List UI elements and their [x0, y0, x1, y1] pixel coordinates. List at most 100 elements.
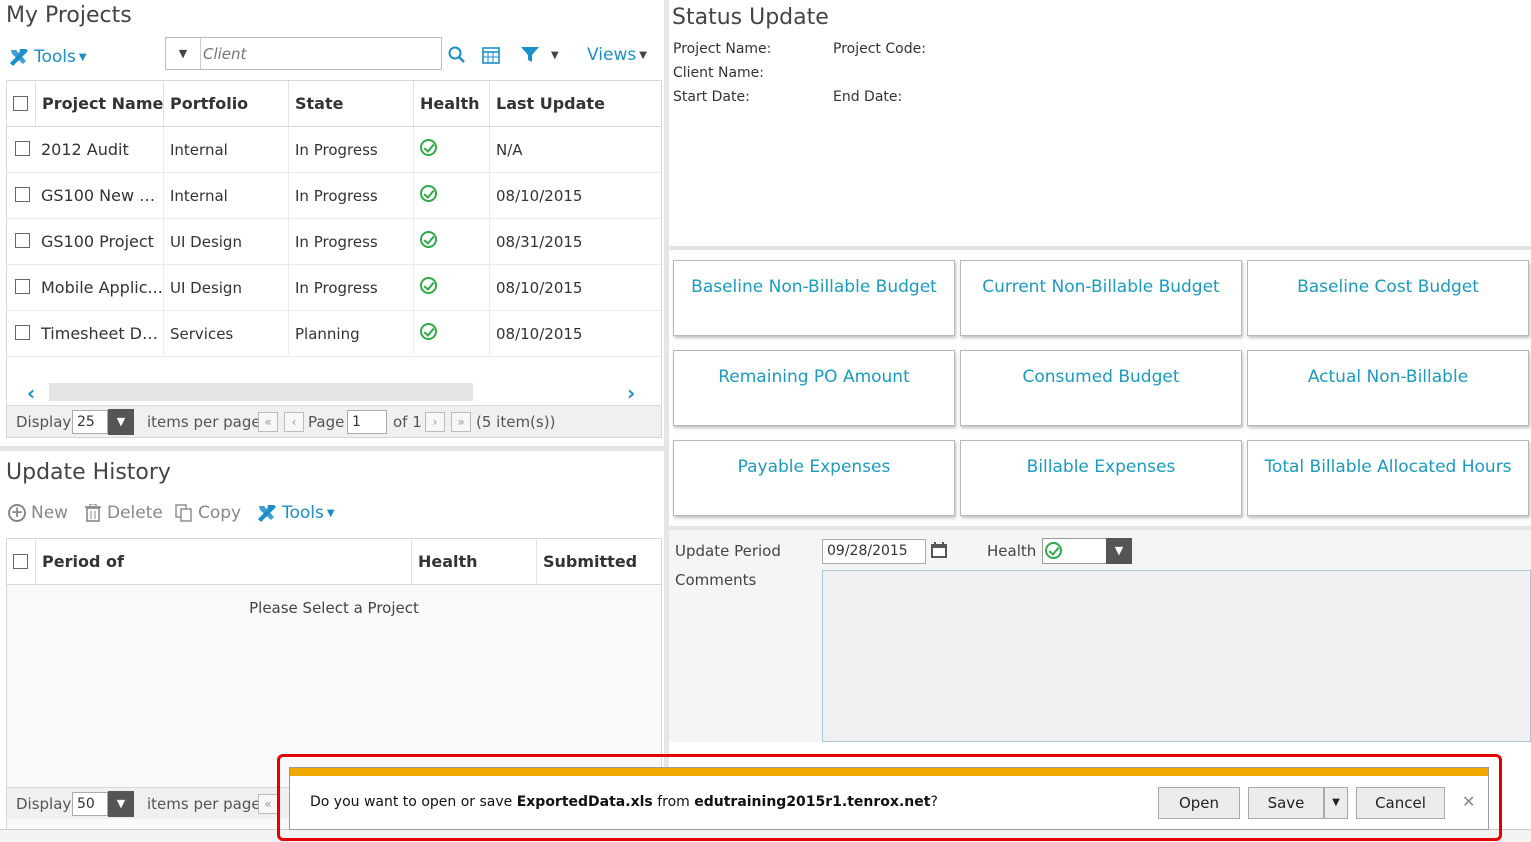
- section-divider: [669, 246, 1531, 250]
- last-page-icon[interactable]: »: [451, 412, 471, 432]
- new-button[interactable]: + New: [8, 503, 68, 523]
- row-checkbox[interactable]: [15, 233, 30, 248]
- end-date-label: End Date:: [833, 89, 903, 105]
- trash-icon: [85, 504, 101, 522]
- projects-grid-header: Project Name Portfolio State Health Last…: [7, 81, 661, 127]
- first-page-icon[interactable]: «: [258, 794, 278, 814]
- health-ok-icon: [420, 139, 437, 156]
- portfolio-cell: Services: [163, 311, 288, 357]
- health-dropdown-icon[interactable]: ▼: [1106, 538, 1132, 564]
- project-name-link[interactable]: 2012 Audit: [35, 127, 163, 173]
- last-update-cell: 08/31/2015: [489, 219, 661, 265]
- client-name-label: Client Name:: [673, 65, 764, 81]
- caret-down-icon: ▼: [78, 51, 87, 63]
- page-size-dropdown-icon[interactable]: ▼: [108, 791, 134, 817]
- table-row[interactable]: Timesheet De... Services Planning 08/10/…: [7, 311, 661, 357]
- state-cell: In Progress: [288, 219, 413, 265]
- tile-consumed-budget[interactable]: Consumed Budget: [960, 350, 1242, 426]
- history-tools-menu[interactable]: Tools ▼: [256, 503, 335, 523]
- tile-current-non-billable-budget[interactable]: Current Non-Billable Budget: [960, 260, 1242, 336]
- row-checkbox[interactable]: [15, 279, 30, 294]
- project-name-link[interactable]: GS100 Project: [35, 219, 163, 265]
- row-checkbox[interactable]: [15, 187, 30, 202]
- comments-label: Comments: [675, 571, 757, 589]
- row-checkbox[interactable]: [15, 141, 30, 156]
- comments-textarea[interactable]: [822, 570, 1531, 742]
- page-of-label: of 1: [393, 413, 422, 431]
- projects-grid: Project Name Portfolio State Health Last…: [6, 80, 662, 438]
- search-icon[interactable]: [447, 45, 467, 65]
- health-cell: [413, 265, 489, 311]
- copy-button[interactable]: Copy: [175, 503, 241, 523]
- health-cell: [413, 127, 489, 173]
- filter-icon[interactable]: [520, 46, 540, 64]
- filter-caret-icon[interactable]: ▼: [551, 50, 559, 61]
- client-input[interactable]: [203, 40, 437, 67]
- col-period-of[interactable]: Period of: [35, 539, 411, 584]
- empty-message: Please Select a Project: [249, 599, 419, 617]
- update-history-title: Update History: [6, 460, 171, 485]
- client-filter[interactable]: ▼: [165, 37, 442, 70]
- projects-grid-body: 2012 Audit Internal In Progress N/A GS10…: [7, 127, 661, 359]
- row-checkbox[interactable]: [15, 325, 30, 340]
- table-row[interactable]: 2012 Audit Internal In Progress N/A: [7, 127, 661, 173]
- calendar-icon[interactable]: [930, 541, 948, 559]
- page-number-input[interactable]: 1: [347, 410, 387, 434]
- page-size-dropdown-icon[interactable]: ▼: [108, 409, 134, 435]
- scroll-right-icon[interactable]: ›: [627, 381, 635, 405]
- scroll-left-icon[interactable]: ‹: [27, 381, 35, 405]
- page-size-value[interactable]: 50: [72, 792, 108, 816]
- col-project-name[interactable]: Project Name: [35, 81, 163, 126]
- prev-page-icon[interactable]: ‹: [284, 412, 304, 432]
- tile-payable-expenses[interactable]: Payable Expenses: [673, 440, 955, 516]
- table-row[interactable]: GS100 New Pr... Internal In Progress 08/…: [7, 173, 661, 219]
- plus-circle-icon: +: [8, 504, 26, 522]
- col-submitted[interactable]: Submitted: [536, 539, 661, 584]
- project-code-label: Project Code:: [833, 41, 926, 57]
- health-ok-icon: [420, 277, 437, 294]
- table-row[interactable]: GS100 Project UI Design In Progress 08/3…: [7, 219, 661, 265]
- update-period-input[interactable]: 09/28/2015: [822, 539, 926, 564]
- col-last-update[interactable]: Last Update: [489, 81, 661, 126]
- scrollbar-thumb[interactable]: [49, 383, 473, 401]
- tile-baseline-cost-budget[interactable]: Baseline Cost Budget: [1247, 260, 1529, 336]
- tile-baseline-non-billable-budget[interactable]: Baseline Non-Billable Budget: [673, 260, 955, 336]
- project-name-link[interactable]: Mobile Applic...: [35, 265, 163, 311]
- status-update-title: Status Update: [672, 5, 829, 30]
- col-portfolio[interactable]: Portfolio: [163, 81, 288, 126]
- tile-total-billable-allocated-hours[interactable]: Total Billable Allocated Hours: [1247, 440, 1529, 516]
- items-per-page-label: items per page: [147, 795, 261, 813]
- projects-pager: Display 25 ▼ items per page « ‹ Page 1 o…: [7, 405, 661, 437]
- health-ok-icon: [420, 231, 437, 248]
- tools-icon: [258, 505, 276, 522]
- client-dropdown-icon[interactable]: ▼: [166, 38, 201, 69]
- project-name-link[interactable]: Timesheet De...: [35, 311, 163, 357]
- tile-billable-expenses[interactable]: Billable Expenses: [960, 440, 1242, 516]
- horizontal-scrollbar[interactable]: ‹ ›: [7, 381, 661, 405]
- project-name-link[interactable]: GS100 New Pr...: [35, 173, 163, 219]
- col-health[interactable]: Health: [411, 539, 536, 584]
- items-per-page-label: items per page: [147, 413, 261, 431]
- col-health[interactable]: Health: [413, 81, 489, 126]
- last-update-cell: N/A: [489, 127, 661, 173]
- health-ok-icon: [420, 185, 437, 202]
- calendar-grid-icon[interactable]: [481, 45, 501, 65]
- views-caret-icon: ▼: [639, 49, 647, 61]
- history-grid-header: Period of Health Submitted: [7, 539, 661, 585]
- first-page-icon[interactable]: «: [258, 412, 278, 432]
- tile-remaining-po-amount[interactable]: Remaining PO Amount: [673, 350, 955, 426]
- col-state[interactable]: State: [288, 81, 413, 126]
- tools-menu[interactable]: Tools ▼: [8, 45, 87, 69]
- last-update-cell: 08/10/2015: [489, 173, 661, 219]
- state-cell: In Progress: [288, 265, 413, 311]
- views-menu[interactable]: Views ▼: [587, 45, 647, 65]
- health-select[interactable]: [1042, 538, 1107, 564]
- next-page-icon[interactable]: ›: [425, 412, 445, 432]
- delete-button[interactable]: Delete: [85, 503, 163, 523]
- tile-actual-non-billable[interactable]: Actual Non-Billable: [1247, 350, 1529, 426]
- page-size-value[interactable]: 25: [72, 410, 108, 434]
- table-row[interactable]: Mobile Applic... UI Design In Progress 0…: [7, 265, 661, 311]
- select-all-checkbox[interactable]: [13, 96, 28, 111]
- select-all-checkbox[interactable]: [13, 554, 28, 569]
- start-date-label: Start Date:: [673, 89, 750, 105]
